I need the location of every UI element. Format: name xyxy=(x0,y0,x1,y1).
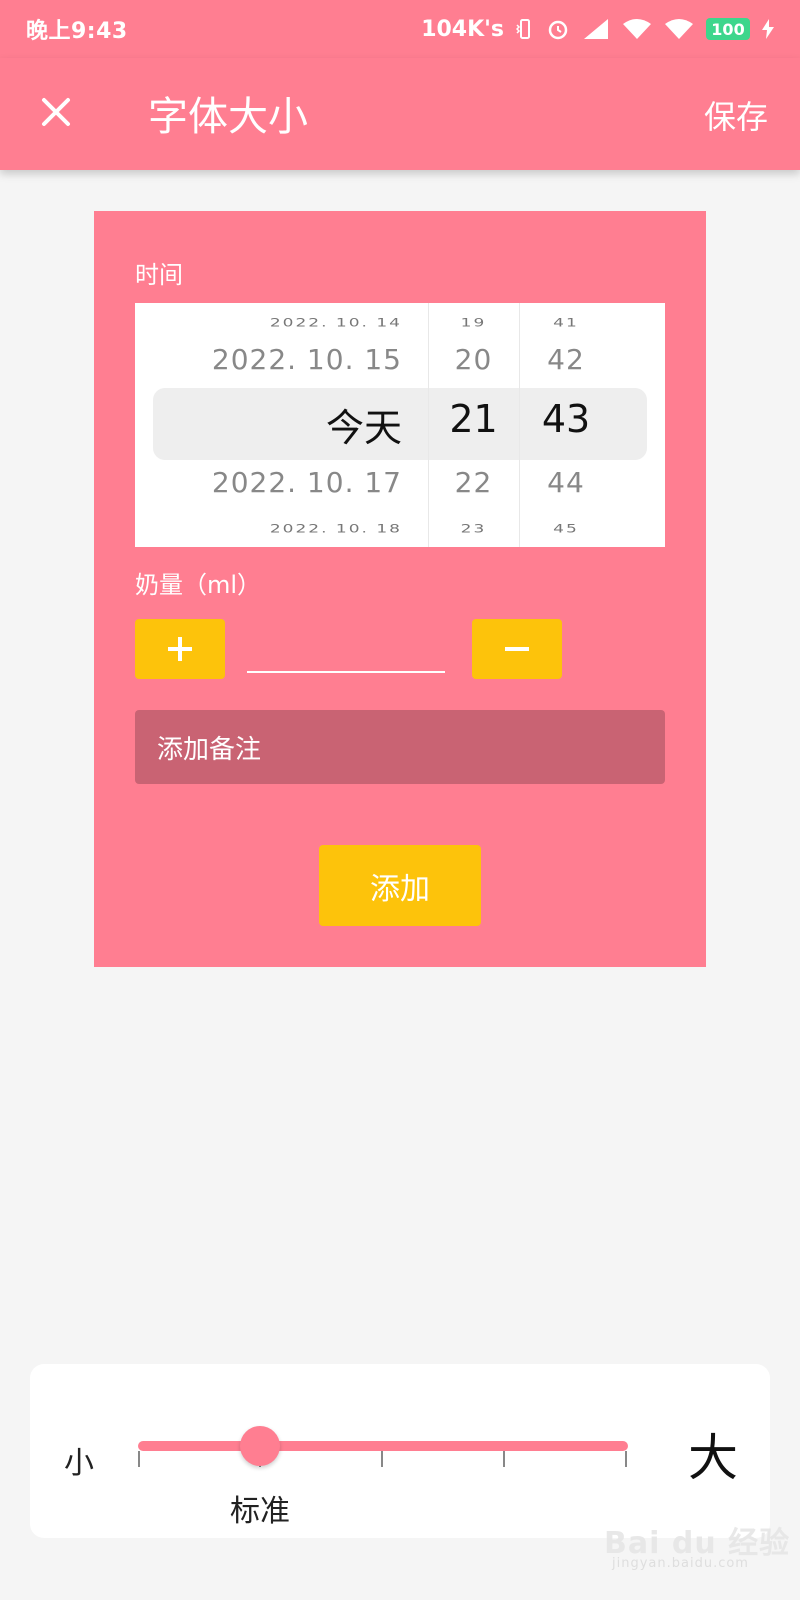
signal-icon xyxy=(582,17,610,41)
charging-icon xyxy=(762,19,774,39)
alarm-icon xyxy=(546,17,570,41)
date-option[interactable]: 2022. 10. 14 xyxy=(270,317,402,330)
time-picker[interactable]: 2022. 10. 14 2022. 10. 15 今天 2022. 10. 1… xyxy=(135,303,665,547)
hour-option[interactable]: 19 xyxy=(428,317,519,330)
network-speed: 104K's xyxy=(421,16,504,42)
vibrate-icon xyxy=(516,18,534,40)
date-wheel[interactable]: 2022. 10. 14 2022. 10. 15 今天 2022. 10. 1… xyxy=(135,303,428,547)
current-size-label: 标准 xyxy=(230,1494,290,1529)
small-size-label: 小 xyxy=(64,1446,94,1481)
slider-tick xyxy=(381,1451,383,1467)
slider-tick xyxy=(503,1451,505,1467)
add-button[interactable]: 添加 xyxy=(319,845,481,926)
page-title: 字体大小 xyxy=(148,94,308,140)
milk-amount-input[interactable] xyxy=(247,671,445,673)
wifi-icon-2 xyxy=(664,18,694,40)
hour-wheel[interactable]: 19 20 21 22 23 xyxy=(428,303,519,547)
note-input[interactable]: 添加备注 xyxy=(135,710,665,784)
status-time: 晚上9:43 xyxy=(26,19,128,44)
plus-icon xyxy=(168,637,192,661)
minute-option[interactable]: 45 xyxy=(519,523,613,536)
minute-wheel[interactable]: 41 42 43 44 45 xyxy=(519,303,613,547)
hour-option[interactable]: 20 xyxy=(428,343,519,376)
date-option[interactable]: 2022. 10. 15 xyxy=(212,343,402,376)
date-option-selected[interactable]: 今天 xyxy=(326,397,402,452)
font-size-panel: 小 标准 大 xyxy=(30,1364,770,1538)
date-option[interactable]: 2022. 10. 17 xyxy=(212,466,402,499)
date-option[interactable]: 2022. 10. 18 xyxy=(270,523,402,536)
minute-option-selected[interactable]: 43 xyxy=(519,397,613,441)
font-size-slider-track[interactable] xyxy=(138,1441,628,1451)
close-icon[interactable] xyxy=(36,92,76,132)
minus-button[interactable] xyxy=(472,619,562,679)
milk-amount-label: 奶量（ml） xyxy=(135,571,262,599)
minute-option[interactable]: 42 xyxy=(519,343,613,376)
wifi-icon xyxy=(622,18,652,40)
battery-icon: 100 xyxy=(706,18,750,40)
hour-option-selected[interactable]: 21 xyxy=(428,397,519,441)
minus-icon xyxy=(505,647,529,651)
minute-option[interactable]: 44 xyxy=(519,466,613,499)
large-size-label: 大 xyxy=(688,1429,738,1487)
hour-option[interactable]: 23 xyxy=(428,523,519,536)
slider-tick xyxy=(625,1451,627,1467)
hour-option[interactable]: 22 xyxy=(428,466,519,499)
app-bar: 字体大小 保存 xyxy=(0,58,800,170)
font-size-slider-thumb[interactable] xyxy=(240,1426,280,1466)
status-bar: 晚上9:43 104K's 100 xyxy=(0,0,800,58)
plus-button[interactable] xyxy=(135,619,225,679)
slider-tick xyxy=(138,1451,140,1467)
watermark-url: jingyan.baidu.com xyxy=(612,1556,749,1571)
minute-option[interactable]: 41 xyxy=(519,317,613,330)
status-icons: 104K's 100 xyxy=(421,17,774,42)
preview-card: 时间 2022. 10. 14 2022. 10. 15 今天 2022. 10… xyxy=(94,211,706,967)
save-button[interactable]: 保存 xyxy=(704,92,768,138)
time-label: 时间 xyxy=(135,261,183,289)
